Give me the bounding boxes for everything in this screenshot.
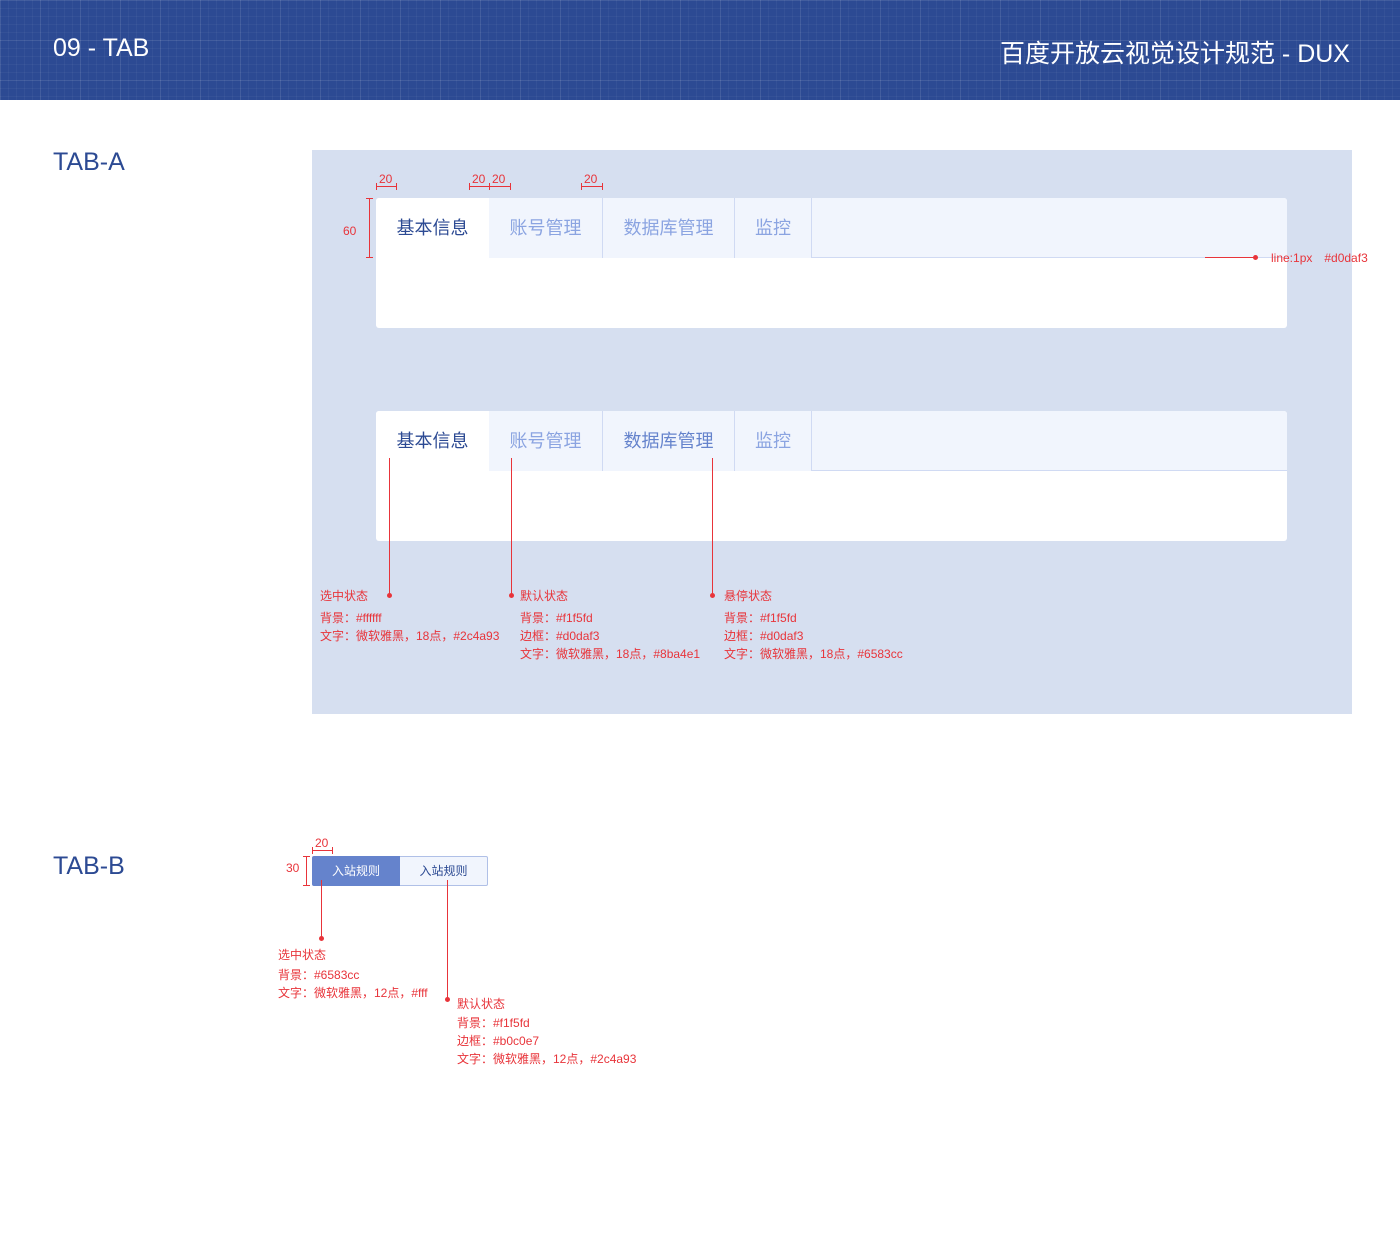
line-note-leader [1205, 257, 1255, 258]
tab-account-management[interactable]: 账号管理 [489, 198, 603, 258]
annotation-line: 文字：微软雅黑，12点，#2c4a93 [457, 1052, 637, 1066]
tab-bar: 基本信息 账号管理 数据库管理 监控 [376, 411, 1287, 471]
annotation-dot [319, 936, 324, 941]
dim-tick [469, 183, 470, 190]
dim-padding-label: 20 [584, 172, 598, 186]
tab-bar: 基本信息 账号管理 数据库管理 监控 [376, 198, 1287, 258]
annotation-hover-state: 悬停状态 背景：#f1f5fd 边框：#d0daf3 文字：微软雅黑，18点，#… [724, 587, 903, 663]
dim-line [581, 186, 602, 187]
annotation-leader [712, 458, 713, 596]
annotation-line: 背景：#f1f5fd [457, 1016, 530, 1030]
tab-basic-info[interactable]: 基本信息 [376, 411, 489, 471]
dim-tick [396, 183, 397, 190]
dim-tick [366, 257, 373, 258]
dim-height-label: 30 [286, 861, 300, 875]
dim-padding-label: 20 [315, 836, 329, 850]
annotation-line: 背景：#f1f5fd [520, 611, 593, 625]
annotation-line: 边框：#b0c0e7 [457, 1034, 540, 1048]
tab-monitoring[interactable]: 监控 [735, 411, 812, 471]
annotation-title: 选中状态 [278, 948, 327, 962]
annotation-leader [389, 458, 390, 596]
annotation-line: 文字：微软雅黑，18点，#8ba4e1 [520, 647, 701, 661]
annotation-default-state: 默认状态 背景：#f1f5fd 边框：#b0c0e7 文字：微软雅黑，12点，#… [457, 995, 636, 1068]
tab-database-management-hover[interactable]: 数据库管理 [603, 411, 735, 471]
annotation-line: 文字：微软雅黑，18点，#2c4a93 [320, 629, 500, 643]
dim-tick [332, 847, 333, 854]
dim-tick [376, 183, 377, 190]
dim-line [376, 186, 396, 187]
annotation-title: 选中状态 [320, 589, 369, 603]
annotation-dot [445, 997, 450, 1002]
annotation-dot [1253, 255, 1258, 260]
annotation-title: 悬停状态 [724, 589, 773, 603]
tab-monitoring[interactable]: 监控 [735, 198, 812, 258]
dim-tick [303, 856, 310, 857]
tab-basic-info[interactable]: 基本信息 [376, 198, 489, 258]
line-note: line:1px #d0daf3 [1271, 251, 1368, 265]
dim-tick [312, 847, 313, 854]
dim-line [306, 856, 307, 886]
annotation-title: 默认状态 [520, 589, 569, 603]
annotation-line: 文字：微软雅黑，12点，#fff [278, 986, 428, 1000]
tab-a-card-2: 基本信息 账号管理 数据库管理 监控 [376, 411, 1287, 541]
dim-padding-label: 20 [379, 172, 393, 186]
tab-a-card-1: 基本信息 账号管理 数据库管理 监控 [376, 198, 1287, 328]
dim-tick [510, 183, 511, 190]
annotation-default-state: 默认状态 背景：#f1f5fd 边框：#d0daf3 文字：微软雅黑，18点，#… [520, 587, 700, 663]
annotation-title: 默认状态 [457, 997, 506, 1011]
dim-tick [602, 183, 603, 190]
dim-height-label: 60 [343, 224, 357, 238]
annotation-selected-state: 选中状态 背景：#6583cc 文字：微软雅黑，12点，#fff [278, 946, 428, 1002]
dim-tick [303, 885, 310, 886]
dim-tick [489, 183, 490, 190]
document-title: 百度开放云视觉设计规范 - DUX [999, 40, 1350, 68]
dim-tick [581, 183, 582, 190]
section-number-title: 09 - TAB [53, 34, 150, 62]
annotation-leader [447, 880, 448, 1000]
tab-b-inbound-rules-default[interactable]: 入站规则 [400, 856, 488, 886]
dim-line [369, 198, 370, 258]
annotation-line: 边框：#d0daf3 [724, 629, 804, 643]
annotation-line: 文字：微软雅黑，18点，#6583cc [724, 647, 903, 661]
annotation-line: 背景：#6583cc [278, 968, 360, 982]
annotation-selected-state: 选中状态 背景：#ffffff 文字：微软雅黑，18点，#2c4a93 [320, 587, 499, 645]
annotation-dot [509, 593, 514, 598]
tab-database-management[interactable]: 数据库管理 [603, 198, 735, 258]
dim-tick [366, 198, 373, 199]
annotation-line: 边框：#d0daf3 [520, 629, 600, 643]
section-title-tab-b: TAB-B [53, 852, 125, 880]
dim-padding-label: 20 [472, 172, 486, 186]
annotation-leader [321, 880, 322, 938]
annotation-leader [511, 458, 512, 596]
annotation-dot [710, 593, 715, 598]
section-title-tab-a: TAB-A [53, 148, 125, 176]
dim-padding-label: 20 [492, 172, 506, 186]
tab-account-management[interactable]: 账号管理 [489, 411, 603, 471]
tab-b-inbound-rules-selected[interactable]: 入站规则 [312, 856, 400, 886]
dim-line [312, 850, 332, 851]
annotation-line: 背景：#f1f5fd [724, 611, 797, 625]
page-header: 09 - TAB 百度开放云视觉设计规范 - DUX [0, 0, 1400, 100]
annotation-line: 背景：#ffffff [320, 611, 382, 625]
